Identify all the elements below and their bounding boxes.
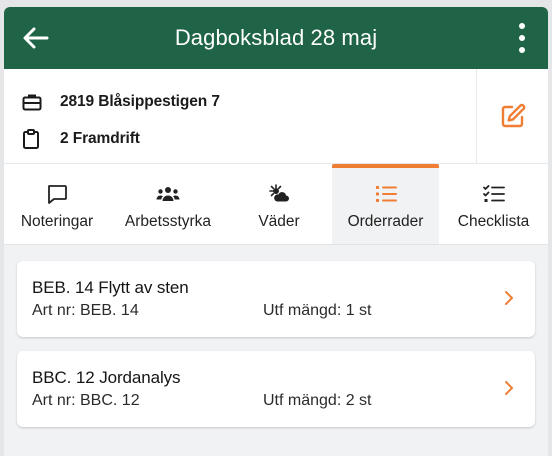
- tab-label: Orderrader: [347, 213, 424, 230]
- briefcase-icon: [22, 91, 44, 113]
- order-title: BBC. 12 Jordanalys: [32, 368, 181, 387]
- info-rows: 2819 Blåsippestigen 7 2 Framdrift: [4, 69, 476, 163]
- project-name: 2819 Blåsippestigen 7: [60, 92, 220, 110]
- app-window: Dagboksblad 28 maj 2819 Blåsippestigen 7: [4, 7, 548, 456]
- tab-checklista[interactable]: Checklista: [439, 164, 548, 244]
- tab-label: Checklista: [457, 213, 530, 230]
- order-list: BEB. 14 Flytt av sten Art nr: BEB. 14 Ut…: [4, 245, 548, 427]
- weather-sun-cloud-icon: [268, 183, 290, 205]
- chevron-right-icon: [501, 288, 517, 308]
- arrow-left-icon: [23, 27, 49, 49]
- order-quantity: Utf mängd: 2 st: [263, 392, 372, 409]
- project-row: 2819 Blåsippestigen 7: [22, 83, 476, 120]
- diary-info-panel: 2819 Blåsippestigen 7 2 Framdrift: [4, 69, 548, 164]
- stage-name: 2 Framdrift: [60, 129, 140, 147]
- page-title: Dagboksblad 28 maj: [174, 25, 378, 50]
- tab-arbetsstyrka[interactable]: Arbetsstyrka: [110, 164, 226, 244]
- tab-noteringar[interactable]: Noteringar: [4, 164, 110, 244]
- users-icon: [156, 183, 180, 205]
- order-article-number: Art nr: BBC. 12: [32, 392, 140, 409]
- chevron-right-icon: [501, 378, 517, 398]
- clipboard-icon: [22, 128, 44, 150]
- tab-label: Väder: [258, 213, 300, 230]
- checklist-icon: [482, 183, 505, 205]
- tab-label: Arbetsstyrka: [124, 213, 212, 230]
- back-button[interactable]: [21, 23, 51, 53]
- order-quantity: Utf mängd: 1 st: [263, 302, 372, 319]
- tab-label: Noteringar: [20, 213, 94, 230]
- list-icon: [375, 183, 397, 205]
- order-row[interactable]: BEB. 14 Flytt av sten Art nr: BEB. 14 Ut…: [17, 261, 535, 337]
- tab-vader[interactable]: Väder: [226, 164, 332, 244]
- edit-icon: [501, 103, 525, 128]
- tab-bar: Noteringar Arbetsstyrka Väder Orderrader…: [4, 164, 548, 245]
- order-article-number: Art nr: BEB. 14: [32, 302, 139, 319]
- more-menu-button[interactable]: [514, 21, 530, 55]
- order-row[interactable]: BBC. 12 Jordanalys Art nr: BBC. 12 Utf m…: [17, 351, 535, 427]
- top-bar: Dagboksblad 28 maj: [4, 7, 548, 69]
- tab-orderrader[interactable]: Orderrader: [332, 164, 439, 244]
- edit-button[interactable]: [476, 69, 548, 163]
- stage-row: 2 Framdrift: [22, 120, 476, 157]
- order-title: BEB. 14 Flytt av sten: [32, 278, 189, 297]
- kebab-menu-icon: [519, 23, 525, 29]
- comment-icon: [46, 183, 68, 205]
